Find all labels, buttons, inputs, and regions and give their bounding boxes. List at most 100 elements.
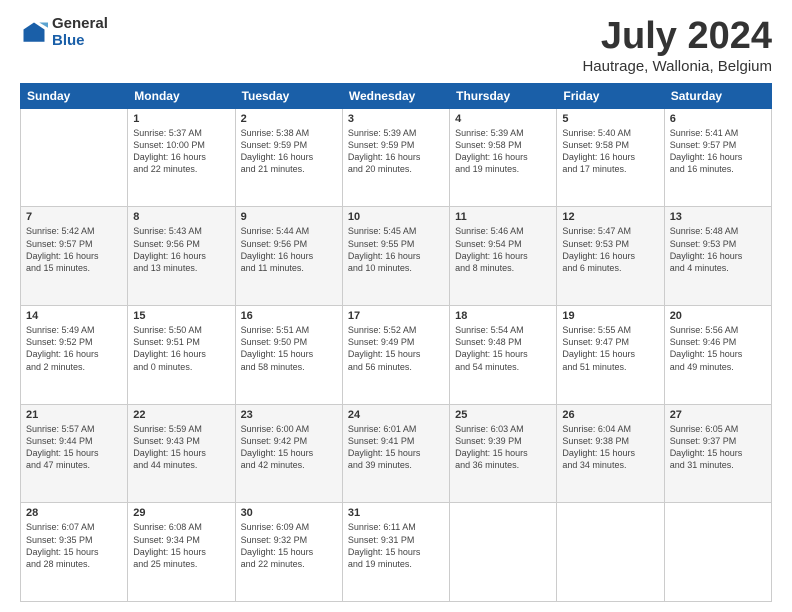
- cell-text: Sunrise: 6:00 AM Sunset: 9:42 PM Dayligh…: [241, 423, 337, 472]
- cell-text: Sunrise: 5:39 AM Sunset: 9:59 PM Dayligh…: [348, 127, 444, 176]
- day-number: 19: [562, 310, 658, 322]
- cell-text: Sunrise: 6:08 AM Sunset: 9:34 PM Dayligh…: [133, 521, 229, 570]
- logo-text: General Blue: [52, 16, 108, 49]
- cell-text: Sunrise: 6:04 AM Sunset: 9:38 PM Dayligh…: [562, 423, 658, 472]
- cell-text: Sunrise: 5:50 AM Sunset: 9:51 PM Dayligh…: [133, 324, 229, 373]
- cell-text: Sunrise: 5:57 AM Sunset: 9:44 PM Dayligh…: [26, 423, 122, 472]
- day-header-tuesday: Tuesday: [235, 83, 342, 108]
- calendar-cell: 8 Sunrise: 5:43 AM Sunset: 9:56 PM Daylig…: [128, 207, 235, 306]
- calendar-week-0: 1Sunrise: 5:37 AM Sunset: 10:00 PM Dayli…: [21, 108, 772, 207]
- calendar-cell: [450, 503, 557, 602]
- calendar-week-4: 28Sunrise: 6:07 AM Sunset: 9:35 PM Dayli…: [21, 503, 772, 602]
- title-block: July 2024 Hautrage, Wallonia, Belgium: [582, 16, 772, 75]
- day-header-sunday: Sunday: [21, 83, 128, 108]
- cell-text: Sunrise: 5:55 AM Sunset: 9:47 PM Dayligh…: [562, 324, 658, 373]
- calendar-cell: 11Sunrise: 5:46 AM Sunset: 9:54 PM Dayli…: [450, 207, 557, 306]
- cell-text: Sunrise: 6:07 AM Sunset: 9:35 PM Dayligh…: [26, 521, 122, 570]
- calendar-cell: 28Sunrise: 6:07 AM Sunset: 9:35 PM Dayli…: [21, 503, 128, 602]
- cell-text: Sunrise: 5:56 AM Sunset: 9:46 PM Dayligh…: [670, 324, 766, 373]
- cell-text: Sunrise: 5:42 AM Sunset: 9:57 PM Dayligh…: [26, 225, 122, 274]
- cell-text: Sunrise: 5:38 AM Sunset: 9:59 PM Dayligh…: [241, 127, 337, 176]
- calendar-cell: 13Sunrise: 5:48 AM Sunset: 9:53 PM Dayli…: [664, 207, 771, 306]
- day-number: 24: [348, 409, 444, 421]
- calendar-cell: 19 Sunrise: 5:55 AM Sunset: 9:47 PM Dayli…: [557, 306, 664, 405]
- logo-blue-text: Blue: [52, 33, 108, 50]
- cell-text: Sunrise: 5:40 AM Sunset: 9:58 PM Dayligh…: [562, 127, 658, 176]
- day-number: 31: [348, 507, 444, 519]
- cell-text: Sunrise: 6:11 AM Sunset: 9:31 PM Dayligh…: [348, 521, 444, 570]
- logo-general-text: General: [52, 16, 108, 33]
- day-number: 9: [241, 211, 337, 223]
- month-title: July 2024: [582, 16, 772, 58]
- calendar-cell: 30 Sunrise: 6:09 AM Sunset: 9:32 PM Dayli…: [235, 503, 342, 602]
- day-number: 26: [562, 409, 658, 421]
- day-number: 10: [348, 211, 444, 223]
- logo-icon: [20, 19, 48, 47]
- days-header-row: SundayMondayTuesdayWednesdayThursdayFrid…: [21, 83, 772, 108]
- day-number: 22: [133, 409, 229, 421]
- calendar-cell: 18Sunrise: 5:54 AM Sunset: 9:48 PM Dayli…: [450, 306, 557, 405]
- calendar-table: SundayMondayTuesdayWednesdayThursdayFrid…: [20, 83, 772, 602]
- calendar-cell: [557, 503, 664, 602]
- calendar-cell: 23 Sunrise: 6:00 AM Sunset: 9:42 PM Dayli…: [235, 404, 342, 503]
- calendar-cell: 2 Sunrise: 5:38 AM Sunset: 9:59 PM Daylig…: [235, 108, 342, 207]
- day-header-saturday: Saturday: [664, 83, 771, 108]
- day-header-thursday: Thursday: [450, 83, 557, 108]
- calendar-week-3: 21 Sunrise: 5:57 AM Sunset: 9:44 PM Dayli…: [21, 404, 772, 503]
- calendar-week-1: 7 Sunrise: 5:42 AM Sunset: 9:57 PM Daylig…: [21, 207, 772, 306]
- day-header-monday: Monday: [128, 83, 235, 108]
- calendar-cell: 21 Sunrise: 5:57 AM Sunset: 9:44 PM Dayli…: [21, 404, 128, 503]
- day-number: 30: [241, 507, 337, 519]
- day-number: 2: [241, 113, 337, 125]
- calendar-cell: 5Sunrise: 5:40 AM Sunset: 9:58 PM Daylig…: [557, 108, 664, 207]
- day-number: 3: [348, 113, 444, 125]
- day-number: 21: [26, 409, 122, 421]
- logo: General Blue: [20, 16, 108, 49]
- day-number: 25: [455, 409, 551, 421]
- calendar-cell: 20 Sunrise: 5:56 AM Sunset: 9:46 PM Dayli…: [664, 306, 771, 405]
- day-header-wednesday: Wednesday: [342, 83, 449, 108]
- cell-text: Sunrise: 5:48 AM Sunset: 9:53 PM Dayligh…: [670, 225, 766, 274]
- calendar-header: SundayMondayTuesdayWednesdayThursdayFrid…: [21, 83, 772, 108]
- calendar-cell: 22Sunrise: 5:59 AM Sunset: 9:43 PM Dayli…: [128, 404, 235, 503]
- calendar-cell: 3 Sunrise: 5:39 AM Sunset: 9:59 PM Daylig…: [342, 108, 449, 207]
- calendar-cell: 24Sunrise: 6:01 AM Sunset: 9:41 PM Dayli…: [342, 404, 449, 503]
- cell-text: Sunrise: 5:43 AM Sunset: 9:56 PM Dayligh…: [133, 225, 229, 274]
- calendar-cell: 27 Sunrise: 6:05 AM Sunset: 9:37 PM Dayli…: [664, 404, 771, 503]
- day-number: 14: [26, 310, 122, 322]
- day-number: 8: [133, 211, 229, 223]
- day-number: 17: [348, 310, 444, 322]
- cell-text: Sunrise: 6:09 AM Sunset: 9:32 PM Dayligh…: [241, 521, 337, 570]
- day-number: 29: [133, 507, 229, 519]
- calendar-cell: [664, 503, 771, 602]
- header: General Blue July 2024 Hautrage, Walloni…: [20, 16, 772, 75]
- day-number: 23: [241, 409, 337, 421]
- day-number: 16: [241, 310, 337, 322]
- calendar-cell: [21, 108, 128, 207]
- page: General Blue July 2024 Hautrage, Walloni…: [0, 0, 792, 612]
- day-number: 27: [670, 409, 766, 421]
- day-number: 4: [455, 113, 551, 125]
- calendar-cell: 26 Sunrise: 6:04 AM Sunset: 9:38 PM Dayli…: [557, 404, 664, 503]
- calendar-cell: 4Sunrise: 5:39 AM Sunset: 9:58 PM Daylig…: [450, 108, 557, 207]
- day-number: 20: [670, 310, 766, 322]
- cell-text: Sunrise: 6:03 AM Sunset: 9:39 PM Dayligh…: [455, 423, 551, 472]
- day-number: 12: [562, 211, 658, 223]
- calendar-cell: 16Sunrise: 5:51 AM Sunset: 9:50 PM Dayli…: [235, 306, 342, 405]
- calendar-cell: 25 Sunrise: 6:03 AM Sunset: 9:39 PM Dayli…: [450, 404, 557, 503]
- calendar-cell: 9Sunrise: 5:44 AM Sunset: 9:56 PM Daylig…: [235, 207, 342, 306]
- calendar-cell: 7 Sunrise: 5:42 AM Sunset: 9:57 PM Daylig…: [21, 207, 128, 306]
- calendar-cell: 29 Sunrise: 6:08 AM Sunset: 9:34 PM Dayli…: [128, 503, 235, 602]
- calendar-week-2: 14Sunrise: 5:49 AM Sunset: 9:52 PM Dayli…: [21, 306, 772, 405]
- day-number: 6: [670, 113, 766, 125]
- cell-text: Sunrise: 6:05 AM Sunset: 9:37 PM Dayligh…: [670, 423, 766, 472]
- calendar-cell: 14Sunrise: 5:49 AM Sunset: 9:52 PM Dayli…: [21, 306, 128, 405]
- calendar-cell: 6Sunrise: 5:41 AM Sunset: 9:57 PM Daylig…: [664, 108, 771, 207]
- calendar-cell: 31 Sunrise: 6:11 AM Sunset: 9:31 PM Dayli…: [342, 503, 449, 602]
- calendar-cell: 1Sunrise: 5:37 AM Sunset: 10:00 PM Dayli…: [128, 108, 235, 207]
- cell-text: Sunrise: 5:52 AM Sunset: 9:49 PM Dayligh…: [348, 324, 444, 373]
- day-number: 7: [26, 211, 122, 223]
- calendar-cell: 17 Sunrise: 5:52 AM Sunset: 9:49 PM Dayli…: [342, 306, 449, 405]
- calendar-cell: 10Sunrise: 5:45 AM Sunset: 9:55 PM Dayli…: [342, 207, 449, 306]
- calendar-cell: 12Sunrise: 5:47 AM Sunset: 9:53 PM Dayli…: [557, 207, 664, 306]
